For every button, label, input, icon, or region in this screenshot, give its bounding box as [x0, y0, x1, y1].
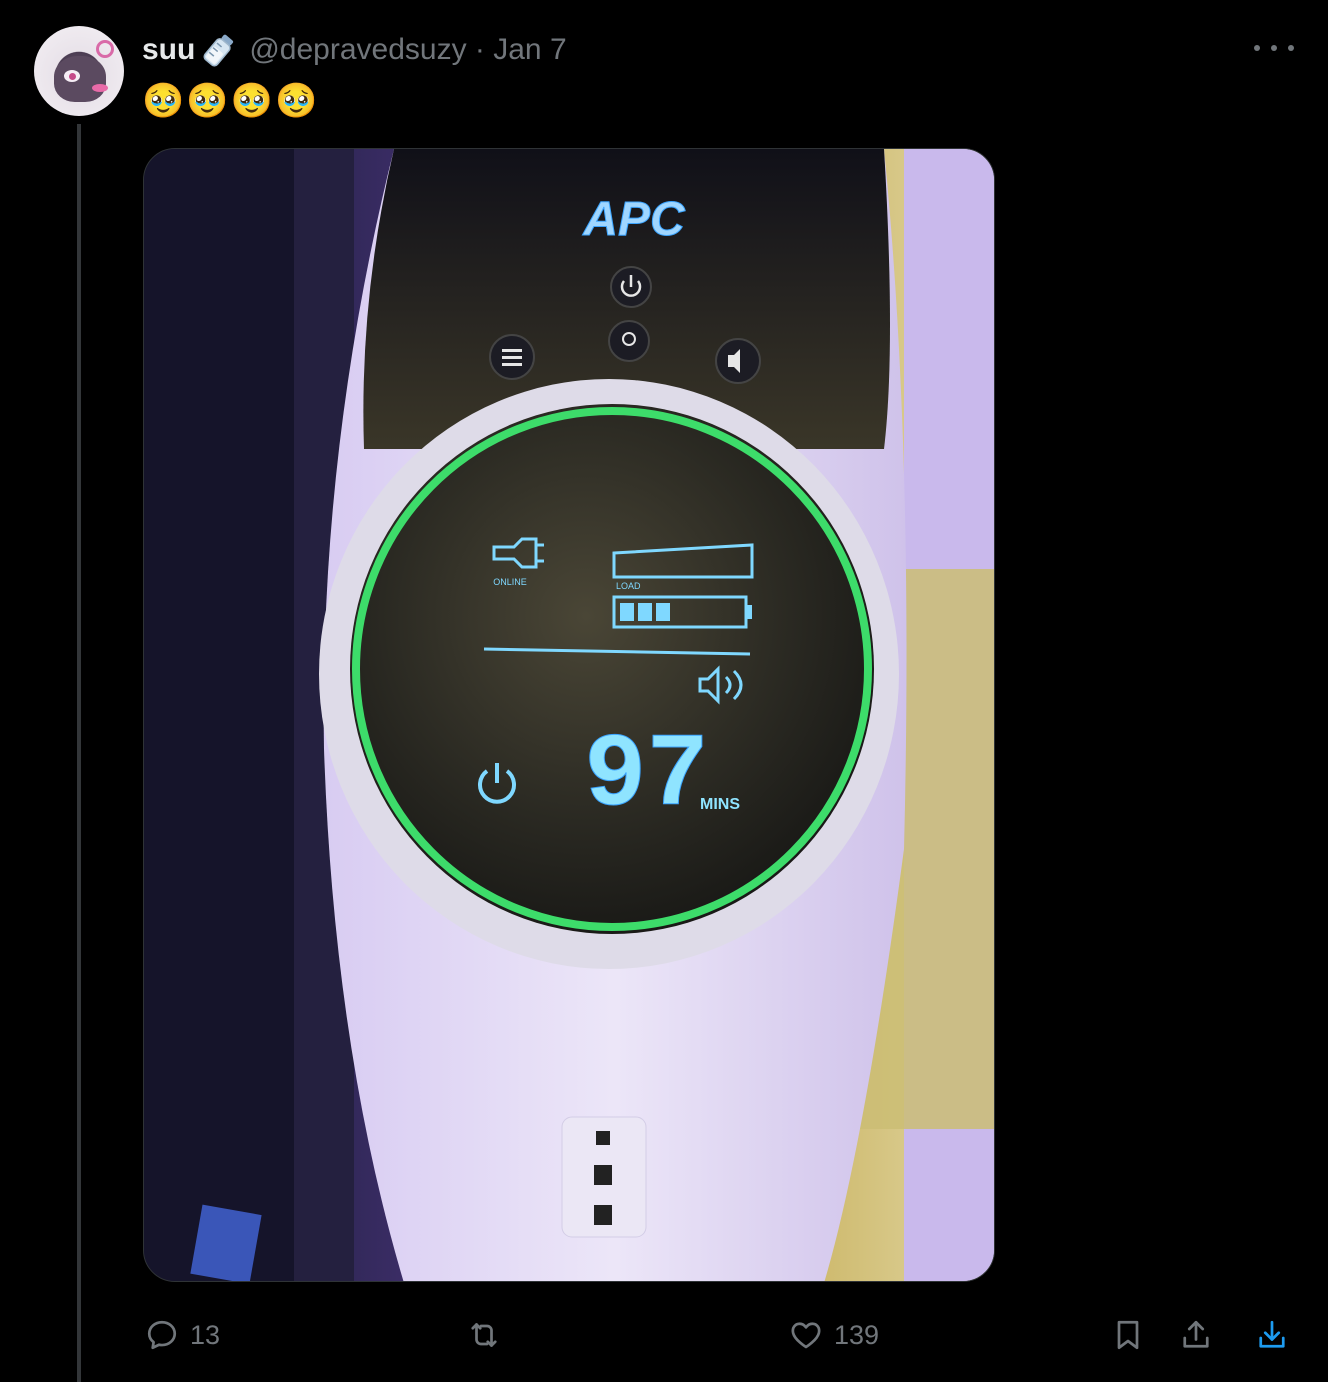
lcd-minutes-unit: MINS — [700, 796, 740, 813]
like-button[interactable]: 139 — [788, 1312, 879, 1358]
lcd-minutes: 97 — [584, 718, 709, 836]
post-image[interactable]: APC ONLINE LOAD 97 MINS — [143, 148, 995, 1282]
share-icon — [1183, 1320, 1209, 1348]
avatar[interactable] — [34, 26, 124, 116]
like-count: 139 — [834, 1319, 880, 1350]
background-sticker — [190, 1204, 262, 1281]
baby-bottle-icon — [197, 30, 241, 70]
bookmark-icon — [1117, 1320, 1139, 1350]
avatar-face — [54, 56, 106, 102]
download-icon — [1259, 1320, 1285, 1348]
display-name[interactable]: suu — [142, 33, 195, 67]
more-options-icon[interactable] — [1254, 36, 1294, 60]
reply-icon — [147, 1320, 177, 1350]
heart-icon — [791, 1322, 821, 1349]
lcd-battery-cell — [638, 603, 652, 621]
download-button[interactable] — [1254, 1312, 1290, 1358]
ups-vent — [594, 1205, 612, 1225]
lcd-load-label: LOAD — [616, 581, 641, 591]
reply-button[interactable]: 13 — [144, 1312, 220, 1358]
post-header: suu @depravedsuzy · Jan 7 — [142, 30, 567, 70]
avatar-bow — [96, 40, 114, 58]
apc-logo: APC — [582, 193, 686, 246]
reply-count: 13 — [190, 1319, 221, 1350]
post-text: 🥹🥹🥹🥹 — [142, 82, 320, 120]
repost-button[interactable] — [466, 1312, 502, 1358]
lcd-online-label: ONLINE — [493, 577, 527, 587]
handle-and-date[interactable]: @depravedsuzy · Jan 7 — [249, 33, 566, 67]
thread-line — [77, 124, 81, 1382]
ups-vent — [594, 1165, 612, 1185]
avatar-eye — [64, 70, 80, 82]
repost-icon — [471, 1323, 497, 1347]
ups-light-button — [608, 320, 650, 362]
share-button[interactable] — [1178, 1312, 1214, 1358]
lcd-battery-cell — [620, 603, 634, 621]
avatar-blush — [92, 84, 108, 92]
action-bar: 13 139 — [0, 1312, 1328, 1358]
lcd-battery-cell — [656, 603, 670, 621]
ups-vent — [596, 1131, 610, 1145]
bookmark-button[interactable] — [1110, 1312, 1146, 1358]
